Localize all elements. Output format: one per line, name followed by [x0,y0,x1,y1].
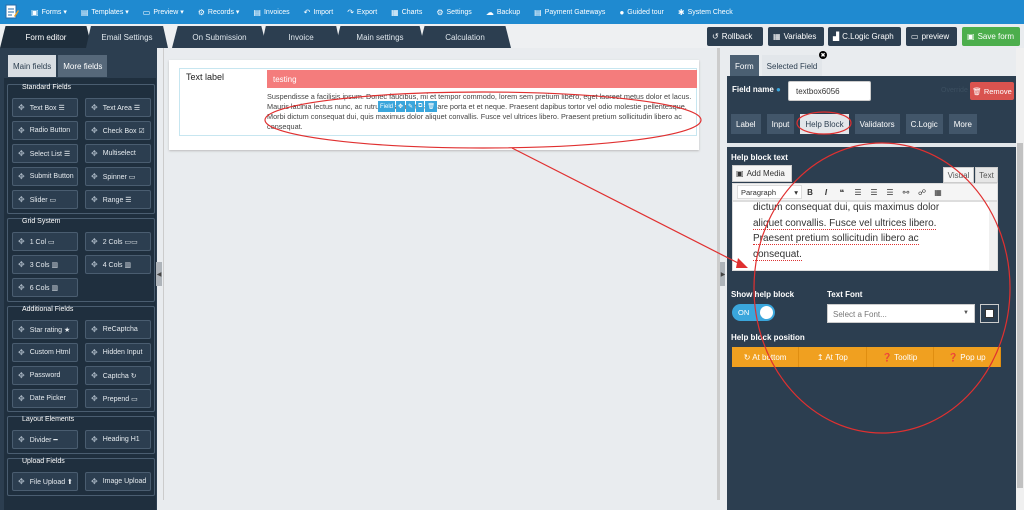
annotation-ellipse-help-text [264,91,702,149]
annotation-overlay [264,91,1011,434]
annotation-ellipse-help-settings [753,142,1011,434]
annotation-arrow-line [511,147,743,266]
annotation-arrow-head [736,258,748,268]
annotation-ellipse-help-block-tab [796,111,852,135]
